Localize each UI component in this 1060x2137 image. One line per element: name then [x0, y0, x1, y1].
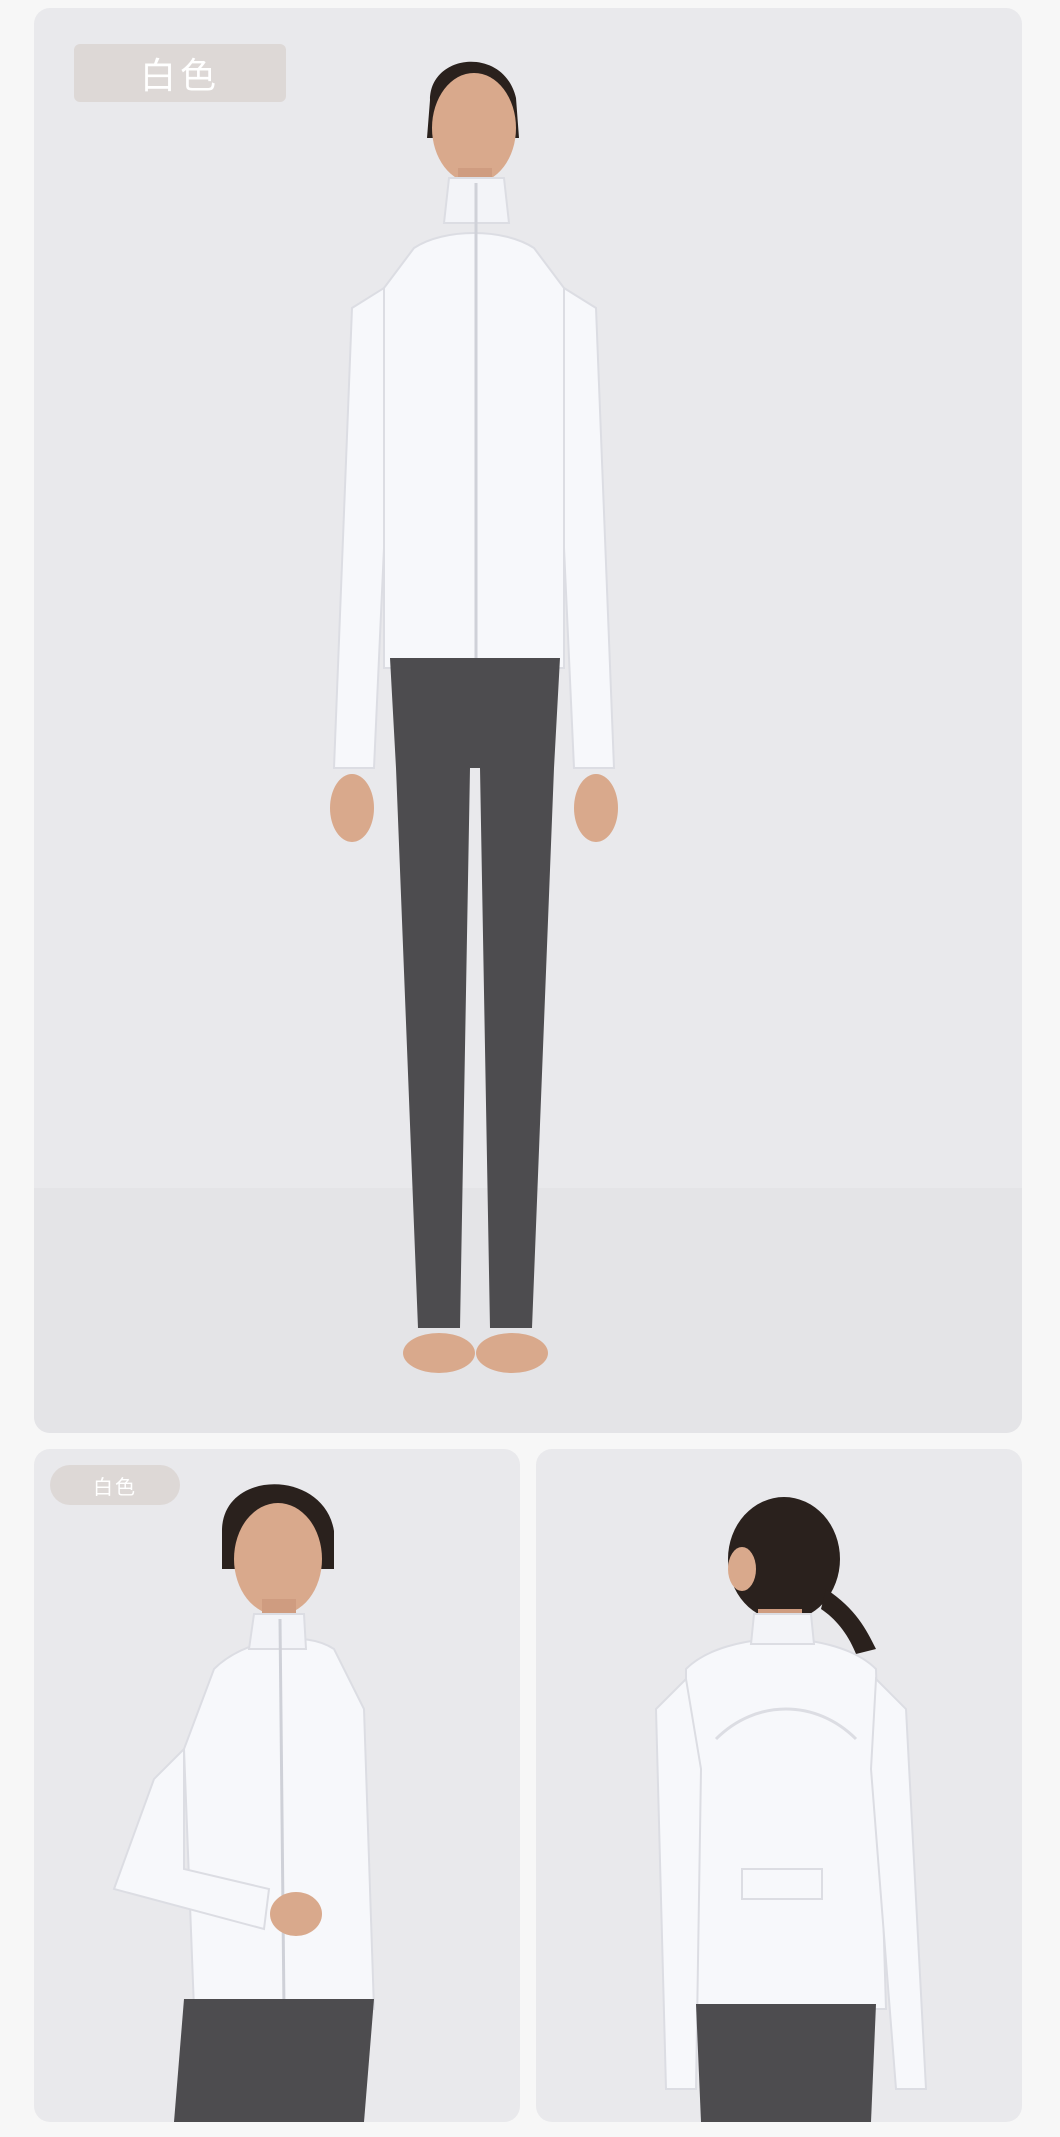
color-tag: 白色 — [50, 1465, 180, 1505]
model-side-illustration — [112, 1484, 376, 2122]
product-photo-back — [536, 1449, 1022, 2122]
product-photo-side: 白色 — [34, 1449, 520, 2122]
color-tag: 白色 — [74, 44, 286, 102]
product-photo-main: 白色 — [34, 8, 1022, 1433]
model-back-illustration — [654, 1497, 928, 2122]
model-front-illustration — [34, 61, 1022, 1433]
